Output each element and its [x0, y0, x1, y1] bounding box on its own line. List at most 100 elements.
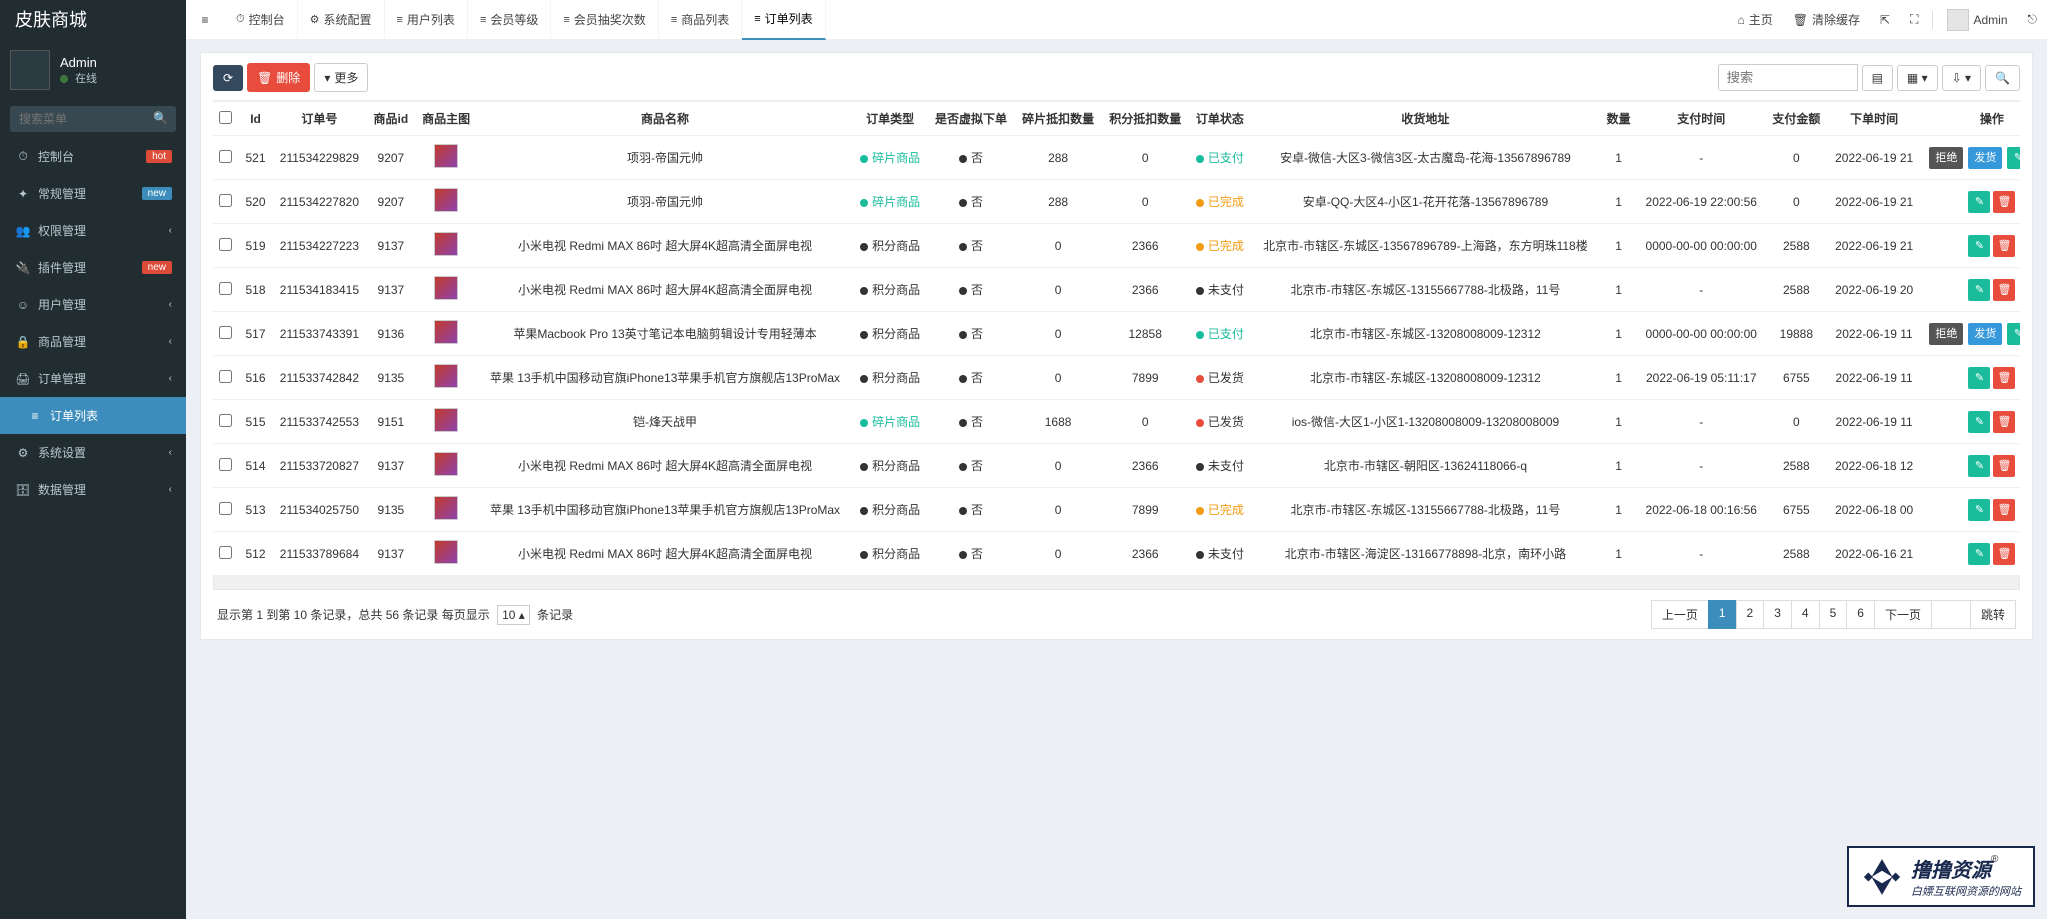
sidebar-item[interactable]: 🗄 数据管理‹ — [0, 471, 186, 508]
row-checkbox[interactable] — [219, 370, 232, 383]
ship-tag[interactable]: 发货 — [1968, 323, 2002, 345]
refresh-button[interactable]: ⟳ — [213, 65, 243, 91]
tab-label: 会员抽奖次数 — [574, 11, 646, 28]
sidebar-subitem[interactable]: ≡ 订单列表 — [0, 397, 186, 434]
page-6[interactable]: 6 — [1846, 600, 1875, 629]
sidebar-item[interactable]: ⚙ 系统设置‹ — [0, 434, 186, 471]
edit-button[interactable]: ✎ — [1968, 499, 1990, 521]
row-checkbox[interactable] — [219, 194, 232, 207]
logout-icon[interactable]: ⎋ — [2018, 12, 2047, 27]
delete-row-button[interactable]: 🗑 — [1993, 499, 2015, 521]
edit-button[interactable]: ✎ — [1968, 411, 1990, 433]
table-horizontal-scrollbar[interactable] — [213, 576, 2020, 590]
select-all-checkbox[interactable] — [219, 111, 232, 124]
edit-button[interactable]: ✎ — [1968, 279, 1990, 301]
column-header[interactable]: 订单号 — [272, 102, 367, 136]
column-header[interactable]: 商品主图 — [415, 102, 477, 136]
column-header[interactable]: 是否虚拟下单 — [927, 102, 1014, 136]
page-3[interactable]: 3 — [1763, 600, 1792, 629]
reject-tag[interactable]: 拒绝 — [1929, 147, 1963, 169]
column-header[interactable]: 数量 — [1600, 102, 1637, 136]
delete-row-button[interactable]: 🗑 — [1993, 235, 2015, 257]
tab[interactable]: ≡订单列表 — [742, 0, 825, 40]
page-2[interactable]: 2 — [1736, 600, 1765, 629]
edit-button[interactable]: ✎ — [2007, 323, 2020, 345]
sidebar-search-input[interactable] — [10, 106, 176, 132]
fullscreen-icon[interactable]: ⛶ — [1900, 12, 1928, 27]
sidebar-item[interactable]: ⏱ 控制台hot — [0, 138, 186, 175]
ship-tag[interactable]: 发货 — [1968, 147, 2002, 169]
row-checkbox[interactable] — [219, 326, 232, 339]
cell-virtual: 否 — [927, 136, 1014, 180]
shortcut-icon[interactable]: ⇱ — [1870, 13, 1900, 27]
delete-row-button[interactable]: 🗑 — [1993, 191, 2015, 213]
row-checkbox[interactable] — [219, 502, 232, 515]
column-header[interactable]: Id — [239, 102, 272, 136]
row-checkbox[interactable] — [219, 150, 232, 163]
row-checkbox[interactable] — [219, 414, 232, 427]
search-icon[interactable]: 🔍 — [153, 111, 168, 125]
menu-icon: 🖨 — [14, 372, 32, 386]
page-jump[interactable]: 跳转 — [1970, 600, 2016, 629]
column-header[interactable]: 支付金额 — [1765, 102, 1827, 136]
home-link[interactable]: ⌂主页 — [1728, 11, 1783, 28]
reject-tag[interactable]: 拒绝 — [1929, 323, 1963, 345]
export-button[interactable]: ⇩ ▾ — [1942, 65, 1981, 91]
more-button[interactable]: ▾更多 — [314, 63, 368, 92]
page-4[interactable]: 4 — [1791, 600, 1820, 629]
delete-row-button[interactable]: 🗑 — [1993, 411, 2015, 433]
page-5[interactable]: 5 — [1819, 600, 1848, 629]
edit-button[interactable]: ✎ — [1968, 191, 1990, 213]
sidebar-item[interactable]: 🔒 商品管理‹ — [0, 323, 186, 360]
column-header[interactable]: 碎片抵扣数量 — [1015, 102, 1102, 136]
sidebar-item[interactable]: 👥 权限管理‹ — [0, 212, 186, 249]
view-grid-button[interactable]: ▦ ▾ — [1897, 65, 1938, 91]
row-checkbox[interactable] — [219, 458, 232, 471]
tab[interactable]: ≡用户列表 — [385, 0, 468, 40]
edit-button[interactable]: ✎ — [2007, 147, 2020, 169]
column-header[interactable] — [213, 102, 239, 136]
column-header[interactable]: 积分抵扣数量 — [1102, 102, 1189, 136]
clear-cache-link[interactable]: 🗑清除缓存 — [1783, 11, 1870, 28]
page-prev[interactable]: 上一页 — [1651, 600, 1709, 629]
edit-button[interactable]: ✎ — [1968, 367, 1990, 389]
table-search-input[interactable] — [1718, 64, 1858, 91]
column-header[interactable]: 支付时间 — [1637, 102, 1765, 136]
row-checkbox[interactable] — [219, 238, 232, 251]
delete-row-button[interactable]: 🗑 — [1993, 279, 2015, 301]
column-header[interactable]: 下单时间 — [1827, 102, 1920, 136]
delete-row-button[interactable]: 🗑 — [1993, 455, 2015, 477]
toggle-sidebar-button[interactable]: ≡ — [186, 13, 224, 27]
edit-button[interactable]: ✎ — [1968, 455, 1990, 477]
page-input[interactable] — [1931, 600, 1971, 629]
delete-button[interactable]: 🗑删除 — [247, 63, 310, 92]
column-header[interactable]: 商品id — [367, 102, 415, 136]
edit-button[interactable]: ✎ — [1968, 543, 1990, 565]
admin-menu[interactable]: Admin — [1937, 9, 2017, 31]
tab[interactable]: ⚙系统配置 — [298, 0, 385, 40]
search-button[interactable]: 🔍 — [1985, 65, 2020, 91]
sidebar-item[interactable]: 🔌 插件管理new — [0, 249, 186, 286]
tab[interactable]: ≡会员抽奖次数 — [551, 0, 658, 40]
edit-button[interactable]: ✎ — [1968, 235, 1990, 257]
column-header[interactable]: 商品名称 — [477, 102, 852, 136]
tab[interactable]: ≡商品列表 — [659, 0, 742, 40]
row-checkbox[interactable] — [219, 282, 232, 295]
row-checkbox[interactable] — [219, 546, 232, 559]
perpage-select[interactable]: 10 ▴ — [497, 605, 530, 625]
delete-row-button[interactable]: 🗑 — [1993, 367, 2015, 389]
tab[interactable]: ⏱控制台 — [224, 0, 298, 40]
page-1[interactable]: 1 — [1708, 600, 1737, 629]
sidebar-item[interactable]: ☺ 用户管理‹ — [0, 286, 186, 323]
column-header[interactable]: 收货地址 — [1251, 102, 1600, 136]
delete-row-button[interactable]: 🗑 — [1993, 543, 2015, 565]
column-header[interactable]: 操作 — [1921, 102, 2020, 136]
column-header[interactable]: 订单类型 — [853, 102, 928, 136]
page-next[interactable]: 下一页 — [1874, 600, 1932, 629]
view-list-button[interactable]: ▤ — [1862, 65, 1893, 91]
sidebar-item[interactable]: 🖨 订单管理‹ — [0, 360, 186, 397]
sidebar-item[interactable]: ✦ 常规管理new — [0, 175, 186, 212]
column-header[interactable]: 订单状态 — [1189, 102, 1251, 136]
cell-actions: ✎ 🗑 — [1921, 268, 2020, 312]
tab[interactable]: ≡会员等级 — [468, 0, 551, 40]
